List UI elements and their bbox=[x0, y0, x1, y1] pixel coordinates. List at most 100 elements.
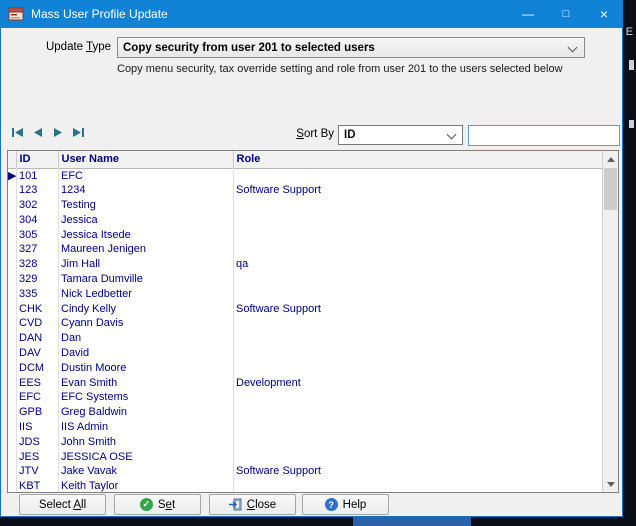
table-row[interactable]: JDSJohn Smith bbox=[8, 435, 603, 450]
cell: IIS bbox=[16, 420, 58, 435]
table-row[interactable]: 305Jessica Itsede bbox=[8, 228, 603, 243]
row-selector-cell bbox=[8, 405, 16, 420]
table-header-row: ID User Name Role bbox=[8, 151, 603, 168]
column-header-id[interactable]: ID bbox=[16, 151, 58, 168]
close-label: Close bbox=[247, 499, 276, 511]
previous-record-icon bbox=[32, 127, 44, 138]
table-row[interactable]: 329Tamara Dumville bbox=[8, 272, 603, 287]
table-row[interactable]: EFCEFC Systems bbox=[8, 390, 603, 405]
column-header-username[interactable]: User Name bbox=[58, 151, 233, 168]
cell bbox=[233, 450, 603, 465]
table-row[interactable]: ▶101EFC bbox=[8, 168, 603, 183]
cell: 329 bbox=[16, 272, 58, 287]
taskbar-fragment bbox=[353, 517, 471, 526]
cell: EES bbox=[16, 376, 58, 391]
table-row[interactable]: DAVDavid bbox=[8, 346, 603, 361]
record-navigator bbox=[10, 125, 86, 140]
row-selector-cell bbox=[8, 316, 16, 331]
table-row[interactable]: 302Testing bbox=[8, 198, 603, 213]
cell bbox=[233, 420, 603, 435]
table-row[interactable]: DANDan bbox=[8, 331, 603, 346]
table-row[interactable]: 1231234Software Support bbox=[8, 183, 603, 198]
scrollbar-thumb[interactable] bbox=[604, 168, 617, 210]
table-row[interactable]: DCMDustin Moore bbox=[8, 361, 603, 376]
column-header-role[interactable]: Role bbox=[233, 151, 603, 168]
last-record-button[interactable] bbox=[70, 125, 86, 140]
previous-record-button[interactable] bbox=[30, 125, 46, 140]
next-record-button[interactable] bbox=[50, 125, 66, 140]
cell: KBT bbox=[16, 479, 58, 493]
row-selector-cell bbox=[8, 213, 16, 228]
table-row[interactable]: KBTKeith Taylor bbox=[8, 479, 603, 493]
grid-scrollbar[interactable] bbox=[602, 151, 618, 492]
titlebar[interactable]: Mass User Profile Update — □ × bbox=[0, 0, 623, 28]
cell: CVD bbox=[16, 316, 58, 331]
maximize-button[interactable]: □ bbox=[547, 0, 585, 28]
background-window-fragment bbox=[629, 120, 634, 128]
cell: Development bbox=[233, 376, 603, 391]
cell: Software Support bbox=[233, 464, 603, 479]
row-selector-cell bbox=[8, 287, 16, 302]
filter-input[interactable] bbox=[468, 125, 620, 146]
row-selector-cell bbox=[8, 376, 16, 391]
table-row[interactable]: CHKCindy KellySoftware Support bbox=[8, 302, 603, 317]
cell: 302 bbox=[16, 198, 58, 213]
cell: Cyann Davis bbox=[58, 316, 233, 331]
sort-by-value: ID bbox=[344, 129, 356, 141]
table-row[interactable]: GPBGreg Baldwin bbox=[8, 405, 603, 420]
update-type-select[interactable]: Copy security from user 201 to selected … bbox=[117, 37, 585, 58]
table-row[interactable]: JESJESSICA OSE bbox=[8, 450, 603, 465]
row-selector-cell bbox=[8, 464, 16, 479]
next-record-icon bbox=[52, 127, 64, 138]
cell: DCM bbox=[16, 361, 58, 376]
cell: Jim Hall bbox=[58, 257, 233, 272]
minimize-button[interactable]: — bbox=[509, 0, 547, 28]
cell: Greg Baldwin bbox=[58, 405, 233, 420]
table-row[interactable]: CVDCyann Davis bbox=[8, 316, 603, 331]
cell: CHK bbox=[16, 302, 58, 317]
cell: Software Support bbox=[233, 302, 603, 317]
cell: GPB bbox=[16, 405, 58, 420]
row-selector-cell bbox=[8, 390, 16, 405]
table-row[interactable]: 304Jessica bbox=[8, 213, 603, 228]
table-row[interactable]: EESEvan SmithDevelopment bbox=[8, 376, 603, 391]
cell bbox=[233, 316, 603, 331]
select-all-button[interactable]: Select All bbox=[19, 494, 106, 515]
cell: EFC bbox=[16, 390, 58, 405]
cell bbox=[233, 435, 603, 450]
cell: Tamara Dumville bbox=[58, 272, 233, 287]
scroll-down-button[interactable] bbox=[603, 476, 618, 492]
help-button[interactable]: ? Help bbox=[302, 494, 389, 515]
row-selector-cell bbox=[8, 361, 16, 376]
close-dialog-button[interactable]: Close bbox=[209, 494, 296, 515]
cell bbox=[233, 390, 603, 405]
table-row[interactable]: 328Jim Hallqa bbox=[8, 257, 603, 272]
table-row[interactable]: JTVJake VavakSoftware Support bbox=[8, 464, 603, 479]
cell: Evan Smith bbox=[58, 376, 233, 391]
selector-header-cell bbox=[8, 151, 16, 168]
cell: Jessica bbox=[58, 213, 233, 228]
cell bbox=[233, 405, 603, 420]
cell bbox=[233, 272, 603, 287]
table-row[interactable]: 327Maureen Jenigen bbox=[8, 242, 603, 257]
sort-by-select[interactable]: ID bbox=[338, 125, 463, 145]
first-record-button[interactable] bbox=[10, 125, 26, 140]
row-selector-cell bbox=[8, 242, 16, 257]
update-type-label: Update Type bbox=[1, 41, 111, 53]
scroll-up-button[interactable] bbox=[603, 151, 618, 167]
row-selector-cell bbox=[8, 272, 16, 287]
last-record-icon bbox=[71, 127, 85, 138]
cell: Dustin Moore bbox=[58, 361, 233, 376]
mass-user-profile-update-window: Mass User Profile Update — □ × Update Ty… bbox=[0, 0, 623, 517]
cell: DAV bbox=[16, 346, 58, 361]
cell: 1234 bbox=[58, 183, 233, 198]
table-row[interactable]: IISIIS Admin bbox=[8, 420, 603, 435]
close-button[interactable]: × bbox=[585, 0, 623, 28]
update-type-value: Copy security from user 201 to selected … bbox=[123, 42, 375, 54]
grid-body: ▶101EFC1231234Software Support302Testing… bbox=[8, 168, 603, 493]
table-row[interactable]: 335Nick Ledbetter bbox=[8, 287, 603, 302]
chevron-down-icon bbox=[447, 130, 457, 140]
cell: JDS bbox=[16, 435, 58, 450]
cell: 335 bbox=[16, 287, 58, 302]
set-button[interactable]: ✓ Set bbox=[114, 494, 201, 515]
